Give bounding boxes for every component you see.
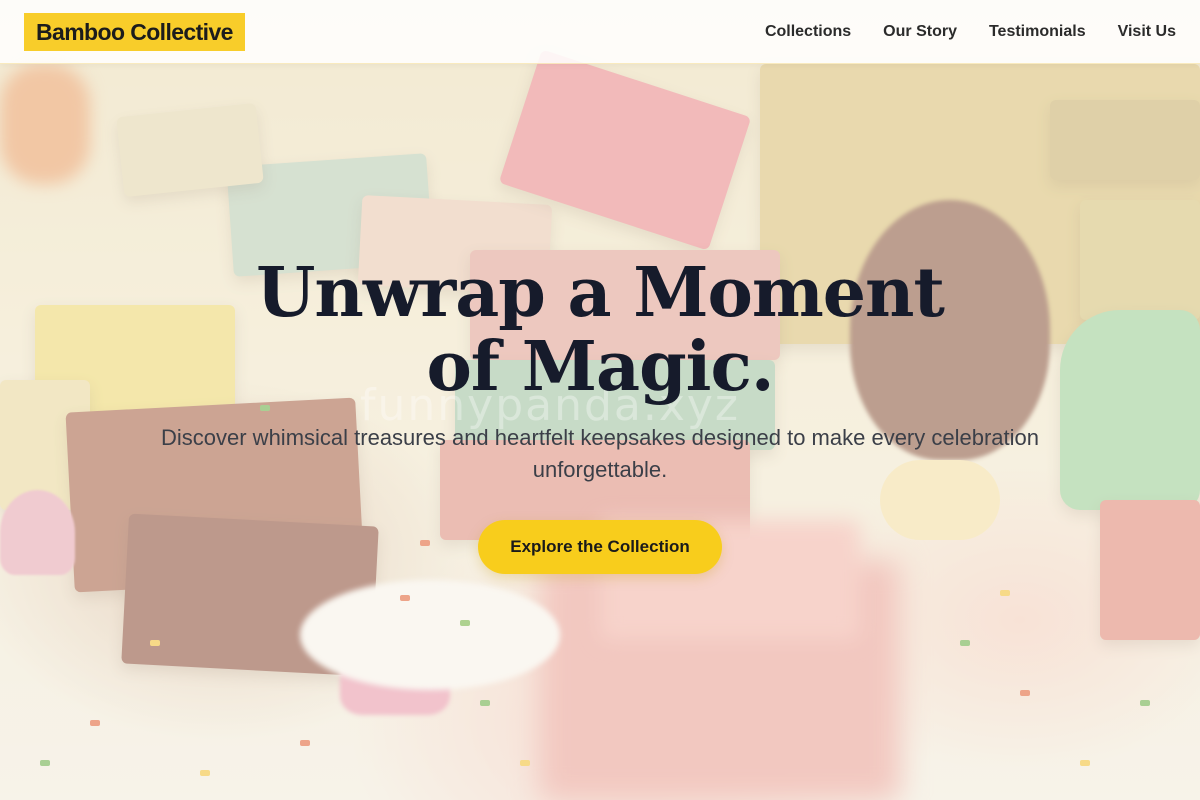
nav-link-our-story[interactable]: Our Story — [883, 23, 957, 41]
hero-section: Unwrap a Moment of Magic. Discover whims… — [0, 256, 1200, 574]
nav-link-collections[interactable]: Collections — [765, 23, 851, 41]
nav-link-testimonials[interactable]: Testimonials — [989, 23, 1086, 41]
brand-logo[interactable]: Bamboo Collective — [24, 12, 245, 51]
site-header: Bamboo Collective Collections Our Story … — [0, 0, 1200, 64]
hero-headline: Unwrap a Moment of Magic. — [256, 253, 945, 407]
nav-link-visit-us[interactable]: Visit Us — [1118, 23, 1176, 41]
explore-collection-button[interactable]: Explore the Collection — [478, 520, 722, 574]
main-nav: Collections Our Story Testimonials Visit… — [765, 23, 1176, 41]
hero-subheadline: Discover whimsical treasures and heartfe… — [161, 425, 1039, 482]
